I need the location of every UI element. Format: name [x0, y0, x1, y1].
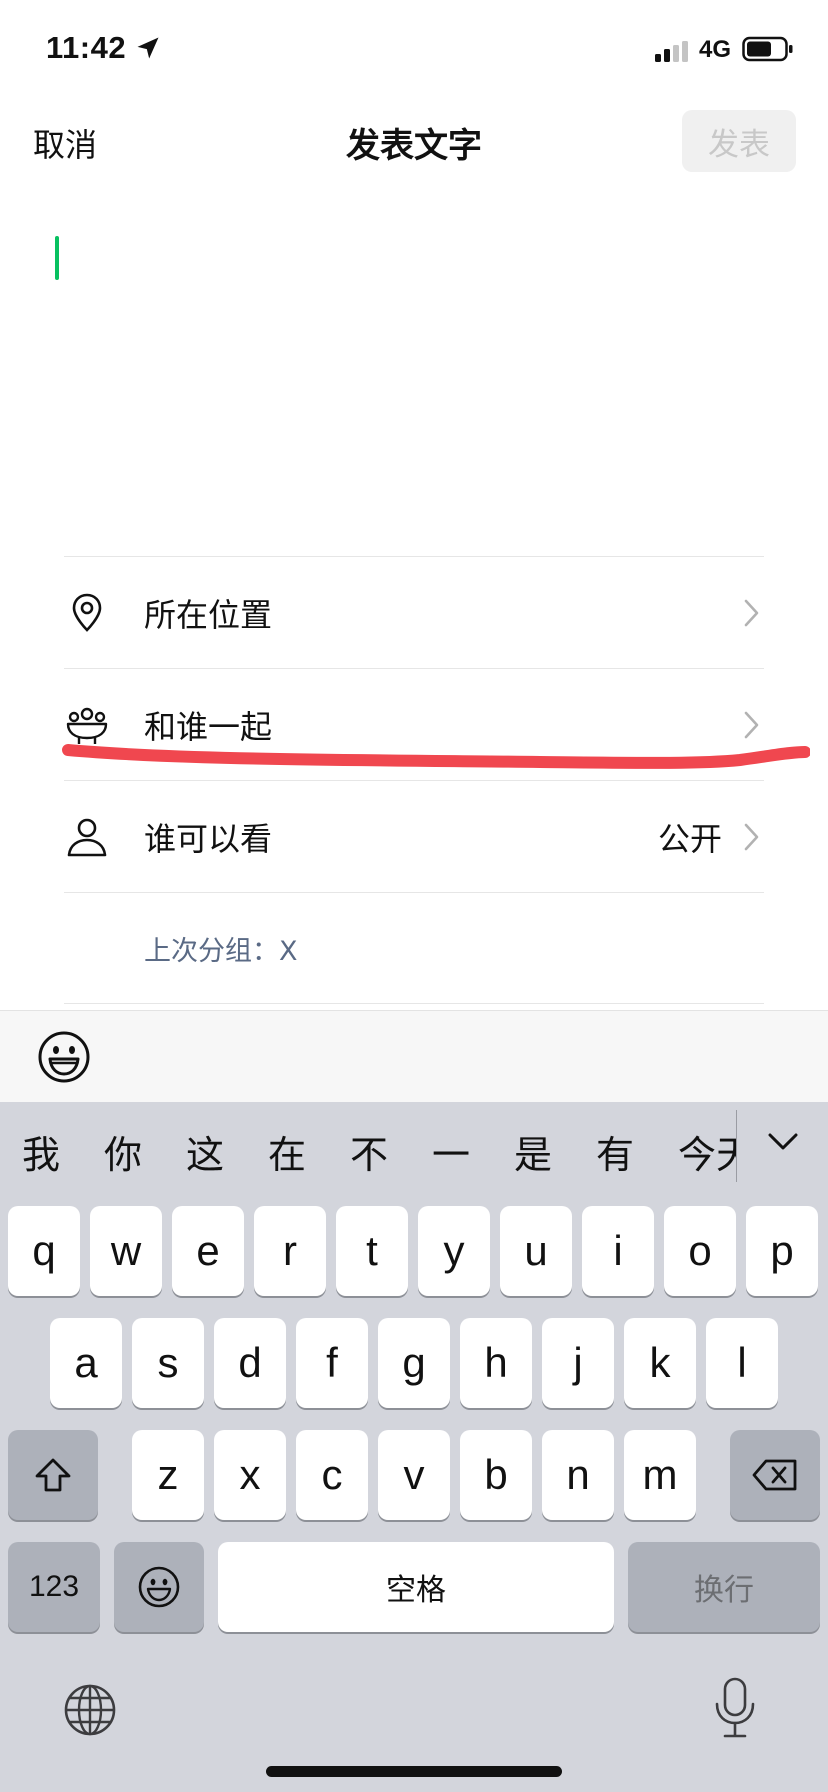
return-key[interactable]: 换行	[628, 1542, 820, 1632]
emoji-toolbar	[0, 1010, 828, 1102]
key-letter[interactable]: z	[132, 1430, 204, 1520]
key-letter[interactable]: q	[8, 1206, 80, 1296]
candidate-word[interactable]: 在	[268, 1124, 306, 1179]
key-letter[interactable]: i	[582, 1206, 654, 1296]
return-key-label: 换行	[694, 1573, 754, 1608]
key-letter[interactable]: x	[214, 1430, 286, 1520]
visibility-value: 公开	[657, 820, 722, 858]
red-underline-annotation	[62, 744, 810, 769]
key-letter[interactable]: w	[90, 1206, 162, 1296]
status-bar: 11:42 4G	[0, 0, 828, 100]
key-letter[interactable]: p	[746, 1206, 818, 1296]
last-group-row[interactable]: 上次分组：X	[64, 892, 764, 1004]
emoji-icon	[138, 1566, 180, 1608]
chevron-right-icon	[744, 599, 759, 627]
key-letter[interactable]: h	[460, 1318, 532, 1408]
post-text-input[interactable]	[33, 220, 795, 540]
chevron-down-icon[interactable]	[766, 1130, 800, 1154]
delete-key[interactable]	[730, 1430, 820, 1520]
status-time: 11:42	[46, 30, 127, 65]
key-letter[interactable]: s	[132, 1318, 204, 1408]
key-letter[interactable]: m	[624, 1430, 696, 1520]
key-letter[interactable]: a	[50, 1318, 122, 1408]
location-arrow-icon	[137, 37, 159, 59]
candidate-word[interactable]: 今天	[678, 1124, 736, 1179]
space-key-label: 空格	[386, 1573, 446, 1608]
candidate-divider	[736, 1110, 737, 1182]
globe-icon[interactable]	[62, 1682, 118, 1738]
home-indicator	[266, 1766, 562, 1777]
candidate-bar: 我 你 这 在 不 一 是 有 今天	[0, 1102, 828, 1192]
candidate-word[interactable]: 我	[22, 1124, 60, 1179]
key-letter[interactable]: y	[418, 1206, 490, 1296]
option-location[interactable]: 所在位置	[64, 556, 764, 668]
battery-icon	[742, 36, 793, 62]
keyboard: 我 你 这 在 不 一 是 有 今天 q w e r t y u i o p a…	[0, 1102, 828, 1792]
key-letter[interactable]: e	[172, 1206, 244, 1296]
candidate-word[interactable]: 一	[432, 1124, 470, 1179]
key-letter[interactable]: g	[378, 1318, 450, 1408]
key-letter[interactable]: t	[336, 1206, 408, 1296]
space-key[interactable]: 空格	[218, 1542, 614, 1632]
key-letter[interactable]: k	[624, 1318, 696, 1408]
option-location-label: 所在位置	[144, 596, 273, 634]
shift-key[interactable]	[8, 1430, 98, 1520]
key-letter[interactable]: l	[706, 1318, 778, 1408]
candidate-word[interactable]: 你	[104, 1124, 142, 1179]
candidate-word[interactable]: 不	[350, 1124, 388, 1179]
candidate-word[interactable]: 有	[596, 1124, 634, 1179]
key-letter[interactable]: f	[296, 1318, 368, 1408]
microphone-icon[interactable]	[712, 1676, 758, 1740]
network-type: 4G	[699, 36, 732, 63]
nav-bar: 取消 发表文字 发表	[0, 100, 828, 200]
last-group-text: 上次分组：X	[144, 936, 298, 967]
cancel-button[interactable]: 取消	[33, 120, 97, 166]
location-pin-icon	[72, 593, 102, 632]
key-letter[interactable]: d	[214, 1318, 286, 1408]
shift-icon	[35, 1458, 71, 1492]
candidate-word[interactable]: 是	[514, 1124, 552, 1179]
publish-button[interactable]: 发表	[682, 110, 796, 172]
chevron-right-icon	[744, 823, 759, 851]
key-letter[interactable]: c	[296, 1430, 368, 1520]
signal-icon	[655, 41, 688, 62]
emoji-keyboard-key[interactable]	[114, 1542, 204, 1632]
candidate-word[interactable]: 这	[186, 1124, 224, 1179]
post-options-list: 所在位置 和谁一起 谁可以看 公开 上次分组：X	[64, 556, 764, 1004]
key-letter[interactable]: r	[254, 1206, 326, 1296]
person-icon	[67, 818, 107, 857]
key-letter[interactable]: j	[542, 1318, 614, 1408]
option-visibility-label: 谁可以看	[144, 820, 273, 858]
key-letter[interactable]: u	[500, 1206, 572, 1296]
key-letter[interactable]: v	[378, 1430, 450, 1520]
backspace-icon	[752, 1459, 797, 1491]
emoji-icon[interactable]	[36, 1029, 92, 1085]
option-visibility[interactable]: 谁可以看 公开	[64, 780, 764, 892]
key-letter[interactable]: o	[664, 1206, 736, 1296]
key-letter[interactable]: n	[542, 1430, 614, 1520]
key-letter[interactable]: b	[460, 1430, 532, 1520]
numbers-key[interactable]: 123	[8, 1542, 100, 1632]
text-caret	[55, 236, 59, 280]
